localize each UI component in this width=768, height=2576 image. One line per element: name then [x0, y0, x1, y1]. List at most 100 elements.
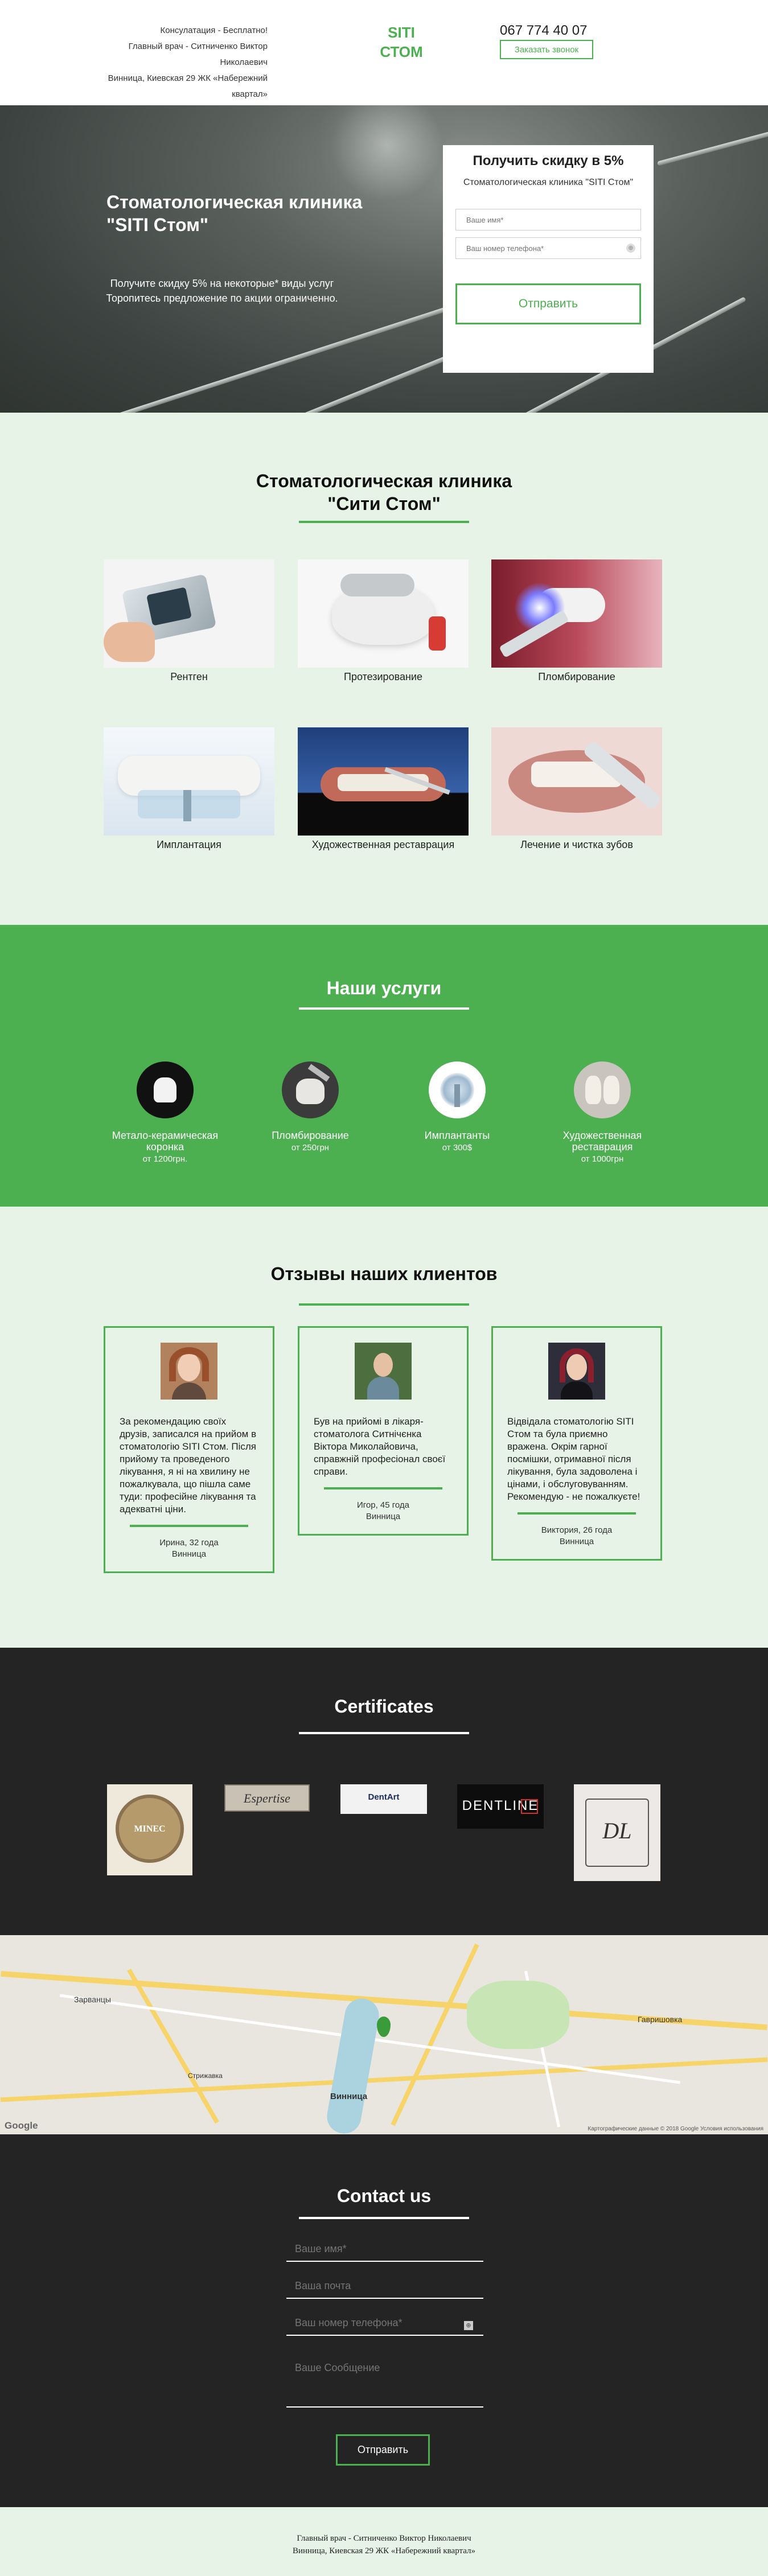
certificate-dl[interactable]: DL	[574, 1784, 660, 1881]
service-name-line1: Имплантанты	[424, 1130, 490, 1141]
certificate-minec[interactable]: MINEC	[107, 1784, 192, 1875]
clinic-tile-label: Рентген	[170, 671, 208, 682]
review-separator	[324, 1487, 442, 1489]
hero-subtitle: Получите скидку 5% на некоторые* виды ус…	[85, 276, 359, 306]
map-label: Зарванцы	[74, 1995, 111, 2004]
service-name: Пломбирование	[239, 1130, 381, 1141]
service-name-line1: Пломбирование	[272, 1130, 349, 1141]
clinic-tile-label: Имплантация	[157, 839, 221, 850]
review-author-city: Винница	[365, 1512, 401, 1521]
hero-title-line1: Стоматологическая клиника	[106, 192, 363, 212]
restoration-image	[298, 727, 469, 836]
section-underline	[299, 1303, 469, 1306]
service-name: Метало-керамическая коронка	[94, 1130, 236, 1153]
map-park	[467, 1981, 569, 2049]
service-name-line1: Метало-керамическая	[112, 1130, 219, 1141]
page: Консулатация - Бесплатно! Главный врач -…	[0, 0, 768, 2576]
header: Консулатация - Бесплатно! Главный врач -…	[0, 0, 768, 105]
contact-message-input[interactable]	[286, 2351, 483, 2408]
section-underline	[299, 1732, 469, 1734]
certificate-label: Espertise	[244, 1791, 290, 1805]
clinic-section: Стоматологическая клиника "Сити Стом" Ре…	[0, 413, 768, 925]
clinic-tile-label: Художественная реставрация	[311, 839, 455, 850]
certificate-label: DentArt	[368, 1792, 400, 1802]
service-item[interactable]: Пломбирование от 250грн	[239, 1061, 381, 1153]
footer-address: Винница, Киевская 29 ЖК «Набережний квар…	[292, 2546, 476, 2556]
contact-submit-button[interactable]: Отправить	[336, 2434, 430, 2466]
prosthetics-image	[298, 559, 469, 668]
clinic-tile-label: Лечение и чистка зубов	[520, 839, 633, 850]
filling-tooth-icon	[282, 1061, 339, 1118]
service-item[interactable]: Художественная реставрация от 1000грн	[531, 1061, 673, 1164]
hero-subtitle-line1: Получите скидку 5% на некоторые* виды ус…	[110, 278, 334, 289]
footer-doctor: Главный врач - Ситниченко Виктор Николае…	[297, 2534, 471, 2543]
discount-name-input[interactable]	[455, 209, 641, 231]
contact-name-input[interactable]	[286, 2237, 483, 2262]
map[interactable]: Зарванцы Винница Гавришовка Стрижавка Go…	[0, 1935, 768, 2134]
review-author-city: Винница	[171, 1549, 207, 1559]
certificates-title: Certificates	[334, 1696, 434, 1717]
hero-title-line2: "SITI Стом"	[106, 215, 209, 235]
google-logo: Google	[5, 2120, 38, 2131]
hero-title: Стоматологическая клиника "SITI Стом"	[106, 191, 380, 236]
phone-field-icon[interactable]: ⊕	[626, 244, 635, 253]
clinic-tile[interactable]: Имплантация	[104, 727, 274, 851]
review-author-city: Винница	[559, 1537, 594, 1546]
certificate-dentart[interactable]: DentArt	[340, 1784, 427, 1814]
section-underline	[299, 1007, 469, 1010]
phone-field-icon[interactable]: ⊕	[464, 2321, 473, 2330]
service-price: от 1000грн	[581, 1154, 624, 1164]
review-text: Відвідала стоматологію SITI Стом та була…	[507, 1416, 640, 1502]
review-author-name: Ирина, 32 года	[159, 1538, 219, 1548]
discount-form-title: Получить скидку в 5%	[473, 153, 624, 168]
map-river	[324, 1995, 382, 2134]
logo[interactable]: SITI СТОМ	[364, 23, 438, 61]
certificate-label: MINEC	[134, 1824, 166, 1834]
implant-icon	[429, 1061, 486, 1118]
implant-image	[104, 727, 274, 836]
map-road	[127, 1968, 219, 2124]
contact-email-input[interactable]	[286, 2274, 483, 2299]
clinic-tile[interactable]: Лечение и чистка зубов	[491, 727, 662, 851]
map-label: Винница	[330, 2092, 368, 2101]
clinic-tile[interactable]: Рентген	[104, 559, 274, 683]
service-price: от 1200грн.	[142, 1154, 188, 1164]
xray-image	[104, 559, 274, 668]
review-separator	[518, 1512, 636, 1515]
footer: Главный врач - Ситниченко Виктор Николае…	[0, 2507, 768, 2576]
veneer-icon	[574, 1061, 631, 1118]
callback-button[interactable]: Заказать звонок	[500, 40, 593, 59]
service-price: от 250грн	[291, 1143, 330, 1153]
review-text: Був на прийомі в лікаря-стоматолога Ситн…	[314, 1416, 446, 1477]
avatar	[355, 1343, 412, 1400]
map-copyright[interactable]: Картографические данные © 2018 Google Ус…	[588, 2126, 763, 2132]
clinic-tile-label: Протезирование	[344, 671, 422, 682]
review-separator	[130, 1525, 248, 1527]
chief-doctor-text: Главный врач - Ситниченко Виктор Николае…	[128, 42, 268, 67]
clinic-tile[interactable]: Художественная реставрация	[298, 727, 469, 851]
review-author: Виктория, 26 года Винница	[507, 1525, 646, 1548]
clinic-title-line2: "Сити Стом"	[327, 493, 441, 514]
phone-number[interactable]: 067 774 40 07	[500, 23, 587, 39]
service-item[interactable]: Метало-керамическая коронка от 1200грн.	[94, 1061, 236, 1164]
logo-line1: SITI	[388, 24, 415, 41]
address-text: Винница, Киевская 29 ЖК «Набережний квар…	[108, 73, 268, 99]
map-road	[391, 1943, 479, 2126]
certificate-espertise[interactable]: Espertise	[224, 1784, 310, 1812]
service-name: Художественная реставрация	[531, 1130, 673, 1153]
clinic-tile[interactable]: Протезирование	[298, 559, 469, 683]
map-pin-icon[interactable]	[377, 2017, 391, 2037]
discount-phone-input[interactable]	[455, 237, 641, 259]
clinic-title: Стоматологическая клиника "Сити Стом"	[0, 470, 768, 515]
clinic-tile-label: Пломбирование	[538, 671, 615, 682]
discount-submit-button[interactable]: Отправить	[455, 283, 641, 324]
contact-phone-input[interactable]	[286, 2311, 483, 2336]
section-underline	[299, 2217, 469, 2219]
service-item[interactable]: Имплантанты от 300$	[386, 1061, 528, 1153]
services-section: Наши услуги Метало-керамическая коронка …	[0, 925, 768, 1207]
certificate-dentline[interactable]: DENTLINE	[457, 1784, 544, 1829]
cleaning-image	[491, 727, 662, 836]
review-text: За рекомендацию своїх друзів, записался …	[120, 1416, 257, 1515]
header-info: Консулатация - Бесплатно! Главный врач -…	[85, 23, 268, 102]
clinic-tile[interactable]: Пломбирование	[491, 559, 662, 683]
